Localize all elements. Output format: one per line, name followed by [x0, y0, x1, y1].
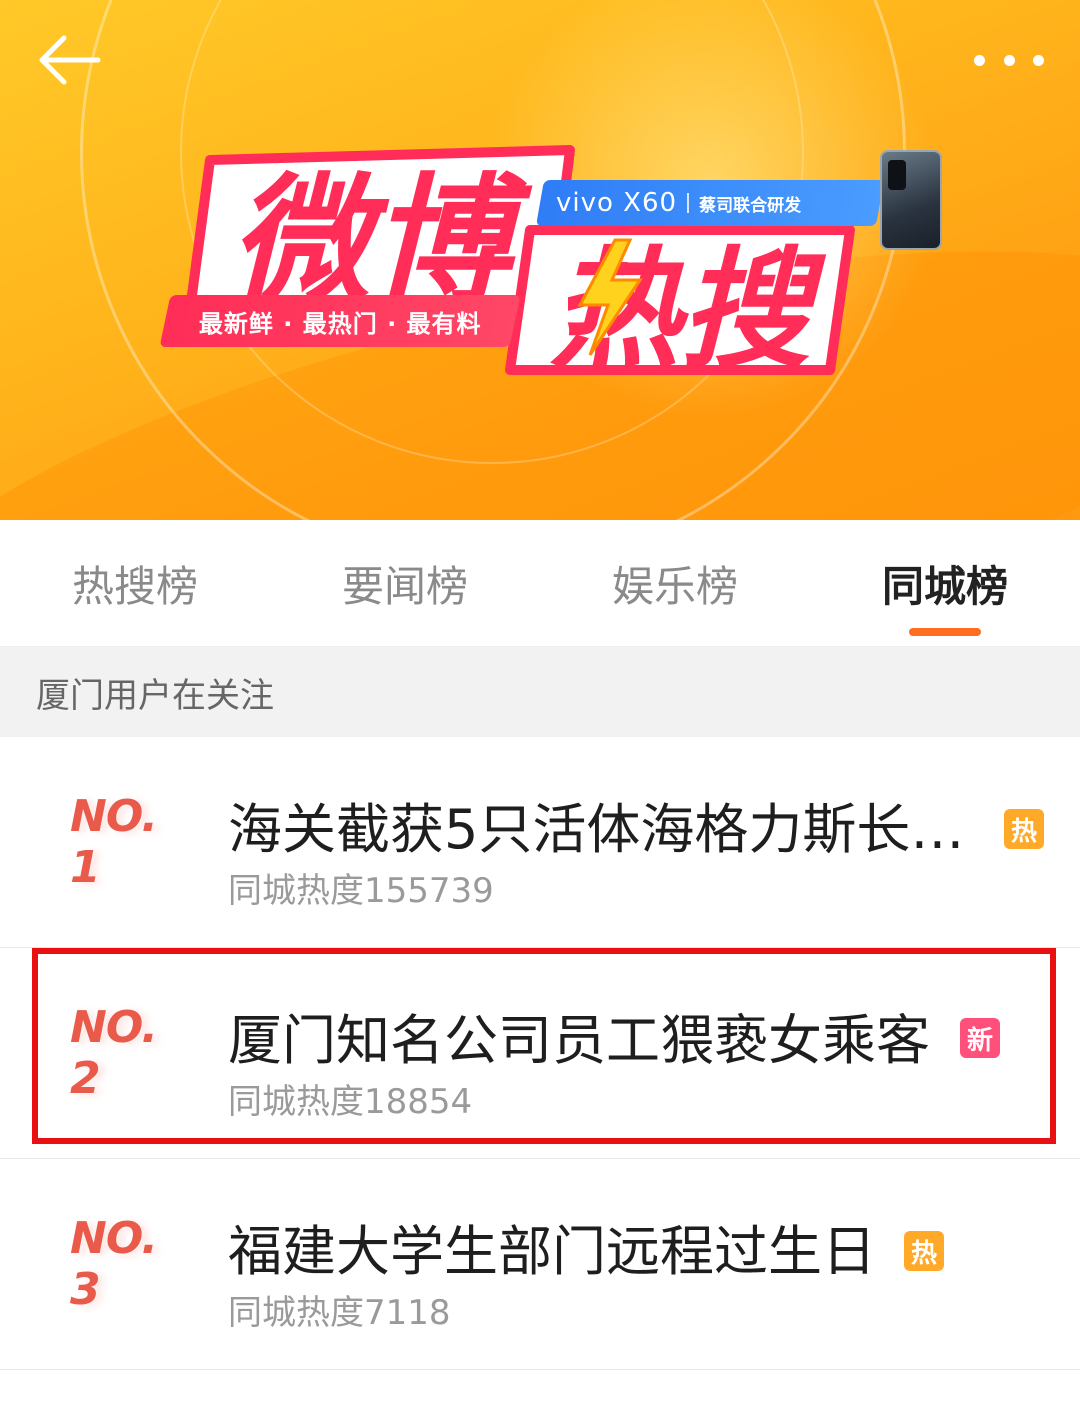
list-item[interactable]: NO. 3 福建大学生部门远程过生日 热 同城热度7118	[0, 1159, 1080, 1370]
list-item[interactable]: NO. 2 厦门知名公司员工猥亵女乘客 新 同城热度18854	[0, 948, 1080, 1159]
back-button[interactable]	[36, 30, 102, 90]
more-button[interactable]	[974, 50, 1044, 70]
ranking-tabs: 热搜榜 要闻榜 娱乐榜 同城榜	[0, 520, 1080, 647]
rank-label: NO. 2	[70, 1002, 158, 1104]
sponsor-subtitle: 蔡司联合研发	[699, 195, 802, 216]
tab-label: 热搜榜	[71, 561, 198, 611]
more-dots-icon	[974, 54, 985, 66]
tab-local[interactable]: 同城榜	[810, 520, 1080, 646]
phone-image	[880, 150, 942, 250]
item-heat: 同城热度7118	[228, 1293, 451, 1333]
slogan-text: 最新鲜 · 最热门 · 最有料	[198, 309, 482, 338]
tab-label: 同城榜	[881, 561, 1008, 611]
item-heat: 同城热度155739	[228, 871, 494, 911]
list-item[interactable]: NO. 1 海关截获5只活体海格力斯长… 热 同城热度155739	[0, 737, 1080, 948]
tab-news[interactable]: 要闻榜	[270, 520, 540, 646]
camera-icon	[888, 160, 906, 190]
tab-label: 要闻榜	[341, 561, 468, 611]
item-title: 福建大学生部门远程过生日	[228, 1220, 876, 1283]
slogan-banner: 最新鲜 · 最热门 · 最有料	[159, 295, 521, 347]
new-badge: 新	[960, 1018, 1000, 1058]
rank-label: NO. 3	[70, 1213, 158, 1315]
hot-badge: 热	[1004, 809, 1044, 849]
tab-hot-search[interactable]: 热搜榜	[0, 520, 270, 646]
arrow-left-icon	[39, 35, 101, 85]
item-title: 厦门知名公司员工猥亵女乘客	[228, 1009, 930, 1072]
weibo-hot-logo: 微博 热搜	[150, 140, 950, 400]
section-title: 厦门用户在关注	[36, 675, 274, 716]
sponsor-brand: vivo X60	[556, 188, 678, 218]
item-title: 海关截获5只活体海格力斯长…	[228, 798, 965, 861]
tab-entertainment[interactable]: 娱乐榜	[540, 520, 810, 646]
section-header: 厦门用户在关注	[0, 647, 1080, 737]
tab-label: 娱乐榜	[611, 561, 738, 611]
hero-banner: 微博 热搜 最新鲜 · 最热门 · 最有料 vivo X60 蔡司联合研发	[0, 0, 1080, 520]
item-heat: 同城热度18854	[228, 1082, 473, 1122]
logo-text-resou: 热搜	[550, 234, 827, 386]
active-tab-indicator	[909, 628, 981, 636]
hot-badge: 热	[904, 1231, 944, 1271]
rank-label: NO. 1	[70, 791, 158, 893]
sponsor-badge: vivo X60 蔡司联合研发	[535, 180, 885, 226]
